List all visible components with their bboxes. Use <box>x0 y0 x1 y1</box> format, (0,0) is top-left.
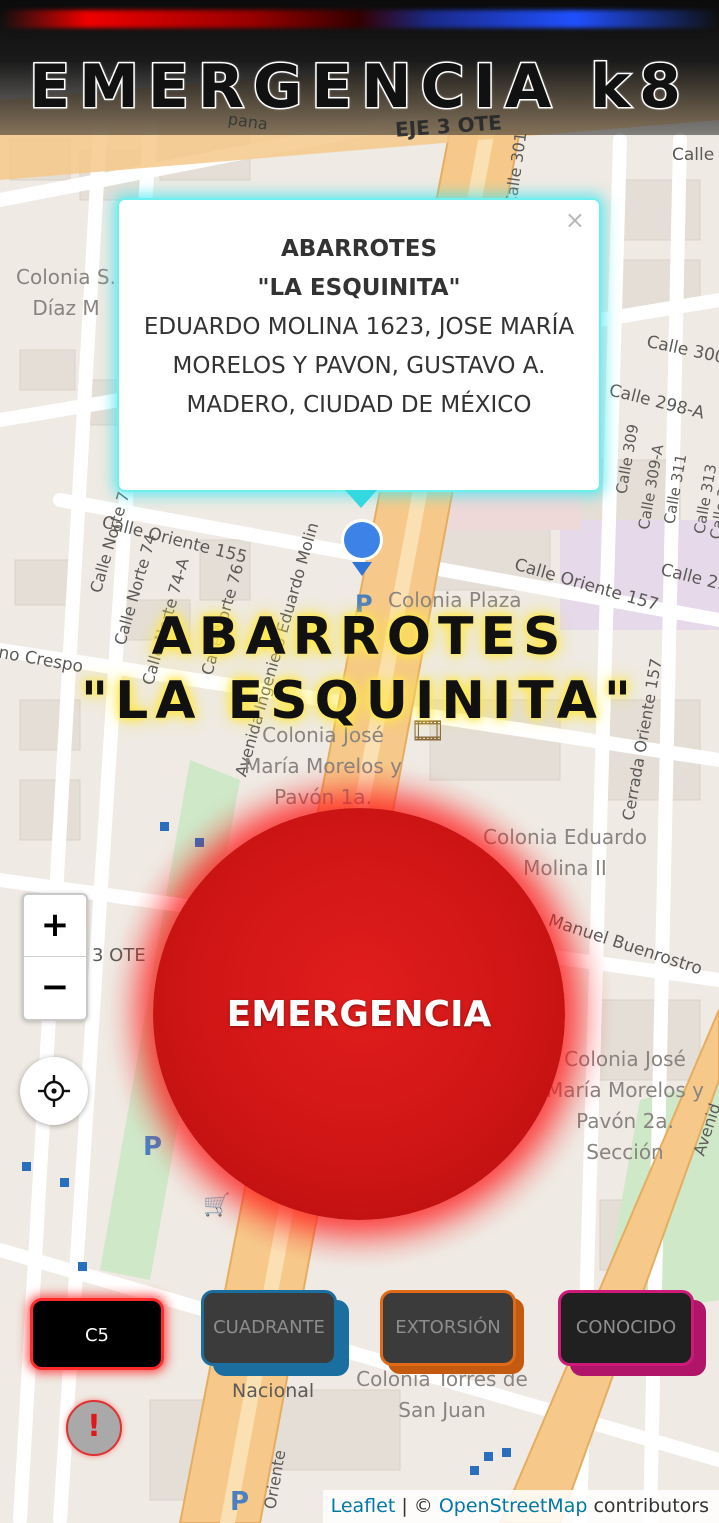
siren-light <box>0 10 719 28</box>
location-popup: × ABARROTES "LA ESQUINITA" EDUARDO MOLIN… <box>117 198 601 492</box>
app-title: EMERGENCIA k8 <box>28 51 690 124</box>
attribution-separator: | © <box>395 1495 439 1517</box>
openstreetmap-link[interactable]: OpenStreetMap <box>439 1495 588 1517</box>
leaflet-link[interactable]: Leaflet <box>331 1495 396 1517</box>
popup-name-line2: "LA ESQUINITA" <box>257 275 461 301</box>
road-label: Calle <box>672 145 715 165</box>
popup-address: EDUARDO MOLINA 1623, JOSE MARÍA MORELOS … <box>143 314 575 418</box>
crosshair-icon <box>38 1075 70 1107</box>
category-cuadrante-button[interactable]: CUADRANTE <box>201 1290 337 1366</box>
locate-button[interactable] <box>20 1057 88 1125</box>
category-conocido-button[interactable]: CONOCIDO <box>558 1290 694 1366</box>
store-name: ABARROTES "LA ESQUINITA" <box>0 605 719 733</box>
zoom-control: + − <box>22 893 88 1021</box>
popup-store-name: ABARROTES "LA ESQUINITA" <box>139 230 579 308</box>
area-label: Colonia Torres de San Juan <box>356 1367 528 1422</box>
store-name-line1: ABARROTES <box>151 607 568 667</box>
zoom-out-button[interactable]: − <box>24 957 86 1018</box>
store-name-line2: "LA ESQUINITA" <box>81 671 638 731</box>
emergency-button-label: EMERGENCIA <box>226 993 492 1035</box>
zoom-in-button[interactable]: + <box>24 895 86 957</box>
popup-content: ABARROTES "LA ESQUINITA" EDUARDO MOLINA … <box>139 230 579 425</box>
header-bar: EMERGENCIA k8 <box>0 0 719 135</box>
emergency-button[interactable]: EMERGENCIA <box>153 808 565 1220</box>
popup-name-line1: ABARROTES <box>280 236 438 262</box>
map-attribution: Leaflet | © OpenStreetMap contributors <box>322 1490 719 1523</box>
category-extorsion-button[interactable]: EXTORSIÓN <box>380 1290 516 1366</box>
popup-tip <box>345 490 377 508</box>
svg-text:P: P <box>230 1487 249 1517</box>
area-label: Colonia S. Díaz M <box>16 265 116 320</box>
attribution-suffix: contributors <box>587 1495 709 1517</box>
road-label: Nacional <box>232 1380 315 1402</box>
location-pin-icon[interactable] <box>339 518 385 580</box>
category-c5-button[interactable]: C5 <box>30 1298 164 1370</box>
alert-icon[interactable]: ! <box>66 1400 122 1456</box>
